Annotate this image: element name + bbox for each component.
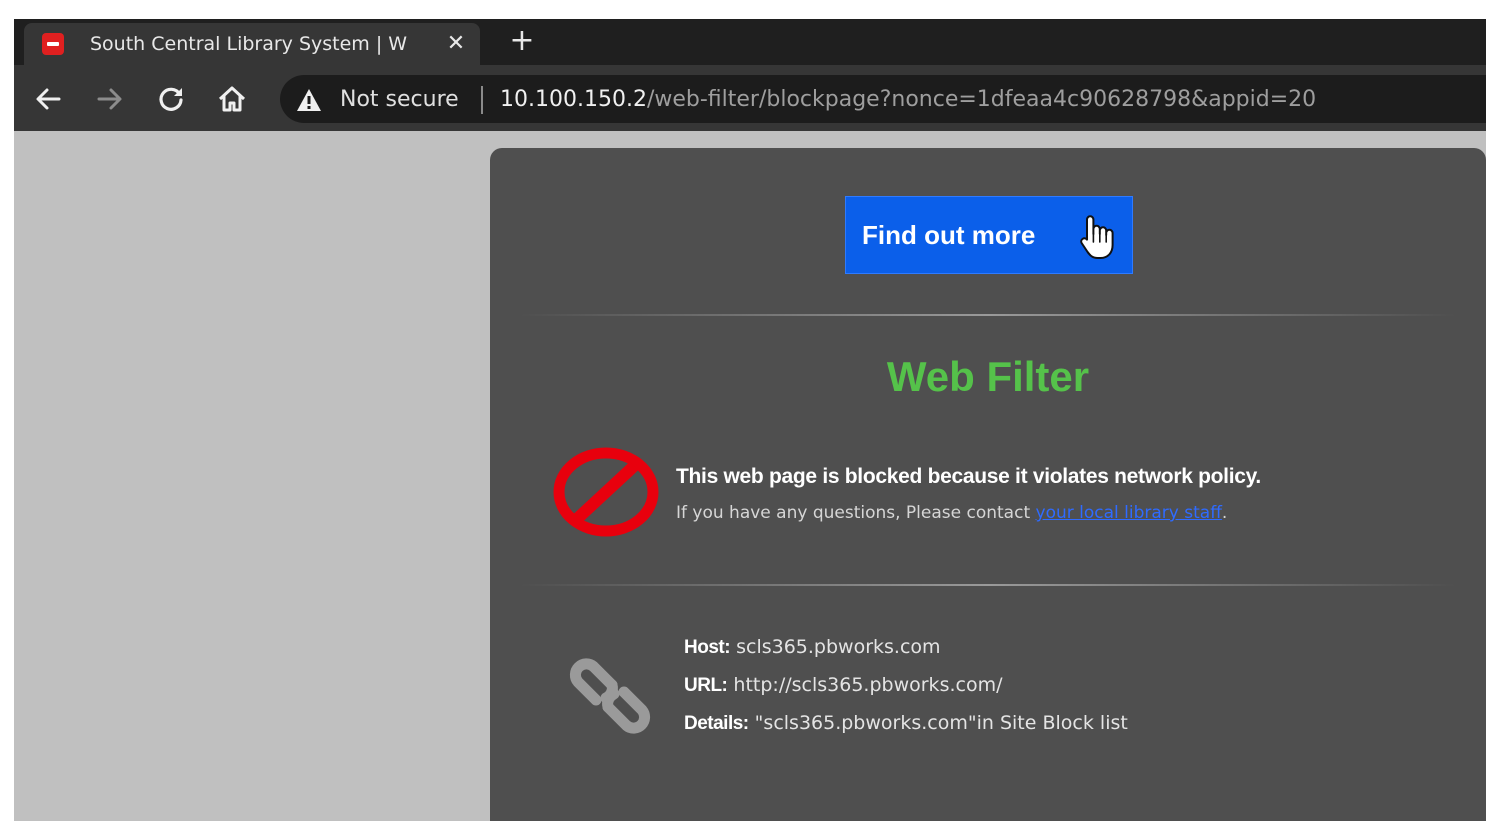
blocked-favicon-icon (42, 33, 64, 55)
details-value: "scls365.pbworks.com"in Site Block list (748, 712, 1128, 734)
browser-window: South Central Library System | W ✕ + Not… (14, 19, 1486, 821)
tab-title: South Central Library System | W (90, 33, 408, 55)
close-tab-icon[interactable]: ✕ (444, 32, 468, 56)
details-row: Details: "scls365.pbworks.com"in Site Bl… (684, 710, 1128, 737)
pointer-hand-icon (1080, 215, 1114, 259)
page-title: Web Filter (886, 353, 1090, 400)
omnibox-separator (481, 86, 483, 114)
find-out-more-label: Find out more (862, 220, 1036, 250)
security-status-label[interactable]: Not secure (340, 87, 459, 113)
chain-link-icon (569, 658, 651, 734)
tab-strip: South Central Library System | W ✕ + (14, 19, 1486, 65)
url-path: /web-filter/blockpage?nonce=1dfeaa4c9062… (646, 87, 1317, 112)
block-page-panel: Find out more Web Filter This web page i… (490, 148, 1486, 821)
blocked-message: This web page is blocked because it viol… (676, 465, 1261, 488)
find-out-more-button[interactable]: Find out more (845, 196, 1133, 274)
host-value: scls365.pbworks.com (730, 636, 941, 658)
top-divider (520, 314, 1456, 316)
contact-prefix: If you have any questions, Please contac… (676, 503, 1036, 523)
reload-icon[interactable] (155, 83, 187, 115)
url-text[interactable]: 10.100.150.2/web-filter/blockpage?nonce=… (500, 87, 1316, 113)
warning-icon[interactable] (296, 88, 322, 112)
url-label: URL: (684, 675, 728, 696)
prohibited-icon (553, 447, 659, 537)
address-bar[interactable]: Not secure 10.100.150.2/web-filter/block… (280, 75, 1486, 123)
browser-toolbar: Not secure 10.100.150.2/web-filter/block… (14, 65, 1486, 131)
middle-divider (520, 584, 1456, 586)
host-label: Host: (684, 637, 731, 658)
contact-suffix: . (1221, 503, 1228, 523)
library-staff-link[interactable]: your local library staff (1036, 503, 1222, 523)
active-tab[interactable]: South Central Library System | W ✕ (24, 23, 480, 65)
home-icon[interactable] (216, 83, 248, 115)
host-row: Host: scls365.pbworks.com (684, 634, 941, 661)
back-arrow-icon[interactable] (32, 83, 64, 115)
contact-line: If you have any questions, Please contac… (676, 501, 1227, 525)
url-host: 10.100.150.2 (500, 87, 647, 112)
details-label: Details: (684, 713, 749, 734)
url-row: URL: http://scls365.pbworks.com/ (684, 672, 1002, 699)
new-tab-plus-icon[interactable]: + (508, 26, 536, 56)
url-value: http://scls365.pbworks.com/ (727, 674, 1003, 696)
forward-arrow-icon[interactable] (94, 83, 126, 115)
